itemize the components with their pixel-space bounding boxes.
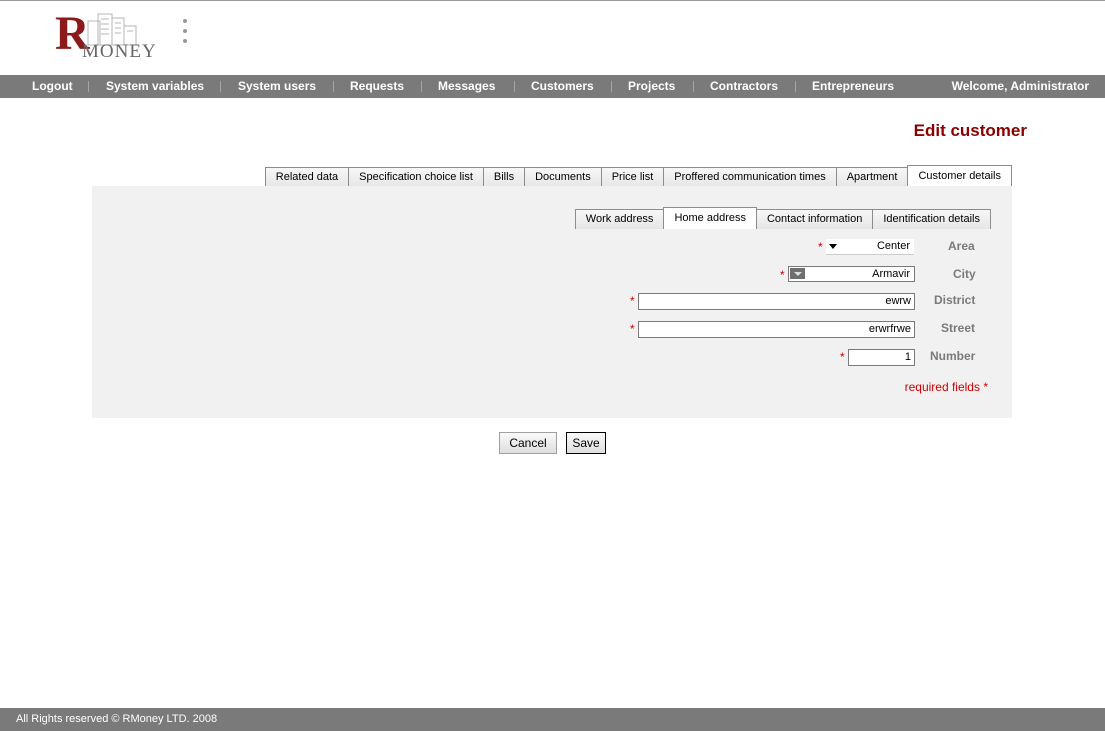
- nav-customers[interactable]: Customers: [531, 75, 594, 98]
- nav-system-variables[interactable]: System variables: [106, 75, 204, 98]
- nav-separator: [333, 81, 334, 92]
- city-value: Armavir: [872, 268, 910, 280]
- tab-price-list[interactable]: Price list: [600, 167, 665, 187]
- logo-word: MONEY: [82, 41, 157, 62]
- street-label: Street: [941, 321, 976, 335]
- rmoney-logo[interactable]: R MONEY: [55, 10, 160, 62]
- nav-logout[interactable]: Logout: [32, 75, 73, 98]
- tab-contact-information[interactable]: Contact information: [755, 209, 874, 229]
- page-title: Edit customer: [913, 121, 1027, 140]
- nav-projects[interactable]: Projects: [628, 75, 675, 98]
- city-select[interactable]: Armavir: [788, 266, 915, 282]
- tab-related-data[interactable]: Related data: [264, 167, 350, 187]
- nav-system-users[interactable]: System users: [238, 75, 316, 98]
- required-mark: *: [630, 322, 635, 336]
- tab-customer-details[interactable]: Customer details: [907, 165, 1012, 187]
- nav-entrepreneurs[interactable]: Entrepreneurs: [812, 75, 894, 98]
- cancel-button[interactable]: Cancel: [499, 432, 557, 454]
- required-mark: *: [840, 350, 845, 364]
- district-label: District: [934, 293, 976, 307]
- nav-contractors[interactable]: Contractors: [710, 75, 778, 98]
- tab-specification-choice-list[interactable]: Specification choice list: [348, 167, 484, 187]
- district-input[interactable]: ewrw: [638, 293, 915, 310]
- copyright-text: All Rights reserved © RMoney LTD. 2008: [16, 713, 218, 725]
- top-border: [0, 0, 1105, 1]
- tab-documents[interactable]: Documents: [524, 167, 602, 187]
- area-value: Center: [876, 240, 910, 252]
- required-fields-note: required fields *: [904, 380, 988, 394]
- city-label: City: [953, 267, 976, 281]
- nav-separator: [88, 81, 89, 92]
- tab-proffered-communication-times[interactable]: Proffered communication times: [663, 167, 837, 187]
- main-navigation: Logout System variables System users Req…: [0, 75, 1105, 98]
- nav-separator: [795, 81, 796, 92]
- nav-separator: [220, 81, 221, 92]
- required-mark: *: [630, 294, 635, 308]
- tab-work-address[interactable]: Work address: [574, 209, 665, 229]
- save-button[interactable]: Save: [566, 432, 606, 454]
- nav-separator: [421, 81, 422, 92]
- required-mark: *: [818, 240, 823, 254]
- tab-home-address[interactable]: Home address: [663, 207, 757, 229]
- tab-apartment[interactable]: Apartment: [835, 167, 909, 187]
- dropdown-arrow-icon: [829, 244, 837, 249]
- customer-tabs: Related data Specification choice list B…: [264, 165, 1012, 187]
- tab-identification-details[interactable]: Identification details: [872, 209, 991, 229]
- address-tabs: Work address Home address Contact inform…: [574, 207, 991, 229]
- required-mark: *: [780, 268, 785, 282]
- nav-requests[interactable]: Requests: [350, 75, 404, 98]
- nav-messages[interactable]: Messages: [438, 75, 495, 98]
- number-input[interactable]: 1: [848, 349, 915, 366]
- area-label: Area: [948, 239, 975, 253]
- area-select[interactable]: Center: [826, 239, 914, 255]
- welcome-text: Welcome, Administrator: [951, 79, 1089, 93]
- nav-separator: [611, 81, 612, 92]
- nav-separator: [514, 81, 515, 92]
- nav-separator: [693, 81, 694, 92]
- dropdown-arrow-icon: [790, 268, 805, 279]
- number-label: Number: [930, 349, 976, 363]
- street-input[interactable]: erwrfrwe: [638, 321, 915, 338]
- tab-bills[interactable]: Bills: [482, 167, 526, 187]
- logo-dots-decoration: [183, 19, 189, 49]
- footer: All Rights reserved © RMoney LTD. 2008: [0, 708, 1105, 731]
